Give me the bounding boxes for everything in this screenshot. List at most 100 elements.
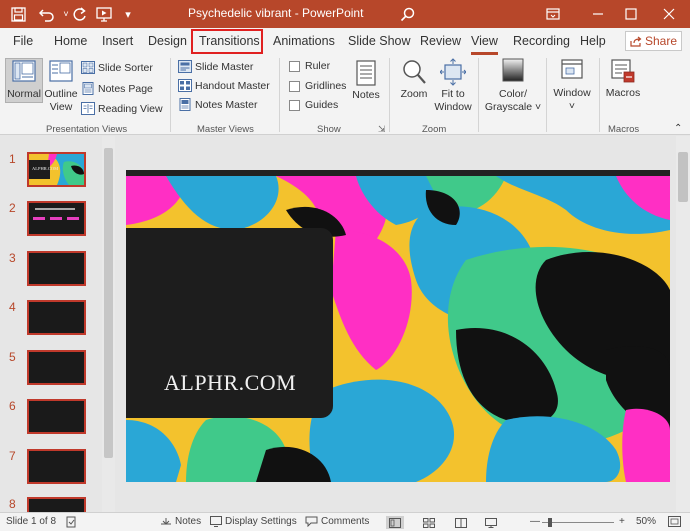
tab-recording[interactable]: Recording [513,34,570,48]
tab-slide-show[interactable]: Slide Show [348,34,411,48]
current-slide[interactable]: ALPHR.COM [126,170,670,482]
normal-view-label: Normal [7,88,41,100]
group-separator [170,58,171,132]
display-settings-button[interactable]: Display Settings [210,516,297,527]
color-grayscale-button[interactable]: Color/ Grayscale ˅ [482,58,544,114]
window-label: Window [553,87,591,99]
customize-icon[interactable]: ▾ [118,4,138,24]
present-from-beginning-icon[interactable] [94,4,114,24]
master-views-group-label: Master Views [197,124,254,135]
thumbnail-number: 2 [9,201,16,215]
window-caret: ˅ [568,100,576,112]
ruler-checkbox-box[interactable] [289,60,300,72]
redo-icon[interactable] [69,4,89,24]
tab-file[interactable]: File [13,34,33,48]
comments-button[interactable]: Comments [305,516,369,527]
tab-view[interactable]: View [471,34,498,48]
restore-icon[interactable] [616,3,646,25]
fit-to-window-button[interactable]: Fit to Window [432,58,474,114]
gridlines-checkbox[interactable]: Gridlines [289,80,346,92]
thumbnail-number: 8 [9,497,16,511]
thumbnail-number: 5 [9,350,16,364]
slide-show-status-icon[interactable] [482,516,500,529]
tab-help[interactable]: Help [580,34,606,48]
window-button[interactable]: Window ˅ [550,58,594,113]
thumbnail-number: 4 [9,300,16,314]
normal-view-status-icon[interactable] [386,516,404,529]
tab-design[interactable]: Design [148,34,187,48]
zoom-slider-thumb[interactable] [548,518,552,527]
outline-view-button[interactable]: Outline View [44,60,78,114]
group-separator [279,58,280,132]
outline-view-label-2: View [49,101,73,113]
macros-button[interactable]: Macros [603,58,643,100]
show-dialog-launcher-icon[interactable]: ⇲ [378,124,386,135]
fit-slide-icon[interactable] [668,516,681,527]
share-button[interactable]: Share [625,31,682,51]
undo-icon[interactable] [37,4,57,24]
tab-review[interactable]: Review [420,34,461,48]
reading-view-button[interactable]: Reading View [81,102,163,115]
tab-insert[interactable]: Insert [102,34,133,48]
zoom-magnifier-icon [403,60,426,84]
guides-checkbox[interactable]: Guides [289,99,338,111]
slide-thumbnail[interactable] [27,251,86,286]
zoom-in-button[interactable]: + [619,516,625,527]
thumbnail-scrollbar[interactable] [102,136,115,512]
reading-view-status-icon[interactable] [452,516,470,529]
tab-home[interactable]: Home [54,34,87,48]
fit-to-window-label-1: Fit to [441,88,465,100]
slide-scrollbar-thumb[interactable] [678,152,688,202]
normal-view-button[interactable]: Normal [5,60,43,101]
notes-status-button[interactable]: Notes [160,516,201,527]
gridlines-label: Gridlines [305,80,347,92]
handout-master-button[interactable]: Handout Master [178,79,270,92]
presentation-views-group-label: Presentation Views [46,124,128,135]
group-separator [478,58,479,132]
fit-to-window-label-2: Window [434,101,472,113]
notes-button[interactable]: Notes [350,60,382,102]
slide-title-text[interactable]: ALPHR.COM [164,370,296,396]
ruler-label: Ruler [305,60,331,72]
slide-scrollbar[interactable] [676,136,690,512]
title-placeholder-box[interactable]: ALPHR.COM [126,228,333,418]
comments-icon [305,516,318,527]
guides-checkbox-box[interactable] [289,99,300,111]
zoom-button[interactable]: Zoom [397,58,431,101]
guides-label: Guides [305,99,339,111]
notes-label: Notes [352,89,380,101]
macros-icon [611,59,635,83]
slide-thumbnail[interactable]: ALPHR.COM [27,152,86,187]
close-icon[interactable] [654,3,684,25]
zoom-level[interactable]: 50% [636,516,656,527]
thumbnail-number: 7 [9,449,16,463]
collapse-ribbon-icon[interactable]: ⌃ [674,123,682,134]
notes-page-button[interactable]: Notes Page [81,82,153,95]
slide-thumbnail[interactable] [27,449,86,484]
slide-master-button[interactable]: Slide Master [178,60,253,73]
tab-animations[interactable]: Animations [273,34,335,48]
save-icon[interactable] [8,4,28,24]
slide-thumbnail[interactable] [27,350,86,385]
title-bar: ˅ ▾ Psychedelic vibrant - PowerPoint [0,0,690,28]
zoom-out-button[interactable]: — [530,516,540,527]
group-separator [546,58,547,132]
slide-thumbnail[interactable] [27,300,86,335]
ribbon-display-icon[interactable] [538,3,568,25]
search-icon[interactable] [397,4,417,24]
thumbnail-scrollbar-thumb[interactable] [104,148,113,458]
ruler-checkbox[interactable]: Ruler [289,60,330,72]
group-separator [599,58,600,132]
slide-thumbnail[interactable] [27,201,86,236]
notes-master-button[interactable]: Notes Master [178,98,257,111]
minimize-icon[interactable] [583,3,613,25]
slide-sorter-button[interactable]: Slide Sorter [81,61,153,74]
transitions-tab-highlight [191,29,263,54]
slide-sorter-status-icon[interactable] [420,516,438,529]
normal-view-icon [12,60,36,82]
slide-thumbnail[interactable] [27,399,86,434]
accessibility-icon[interactable] [66,516,77,528]
window-title: Psychedelic vibrant - PowerPoint [188,6,364,20]
gridlines-checkbox-box[interactable] [289,80,300,92]
zoom-slider-track[interactable] [542,522,614,523]
